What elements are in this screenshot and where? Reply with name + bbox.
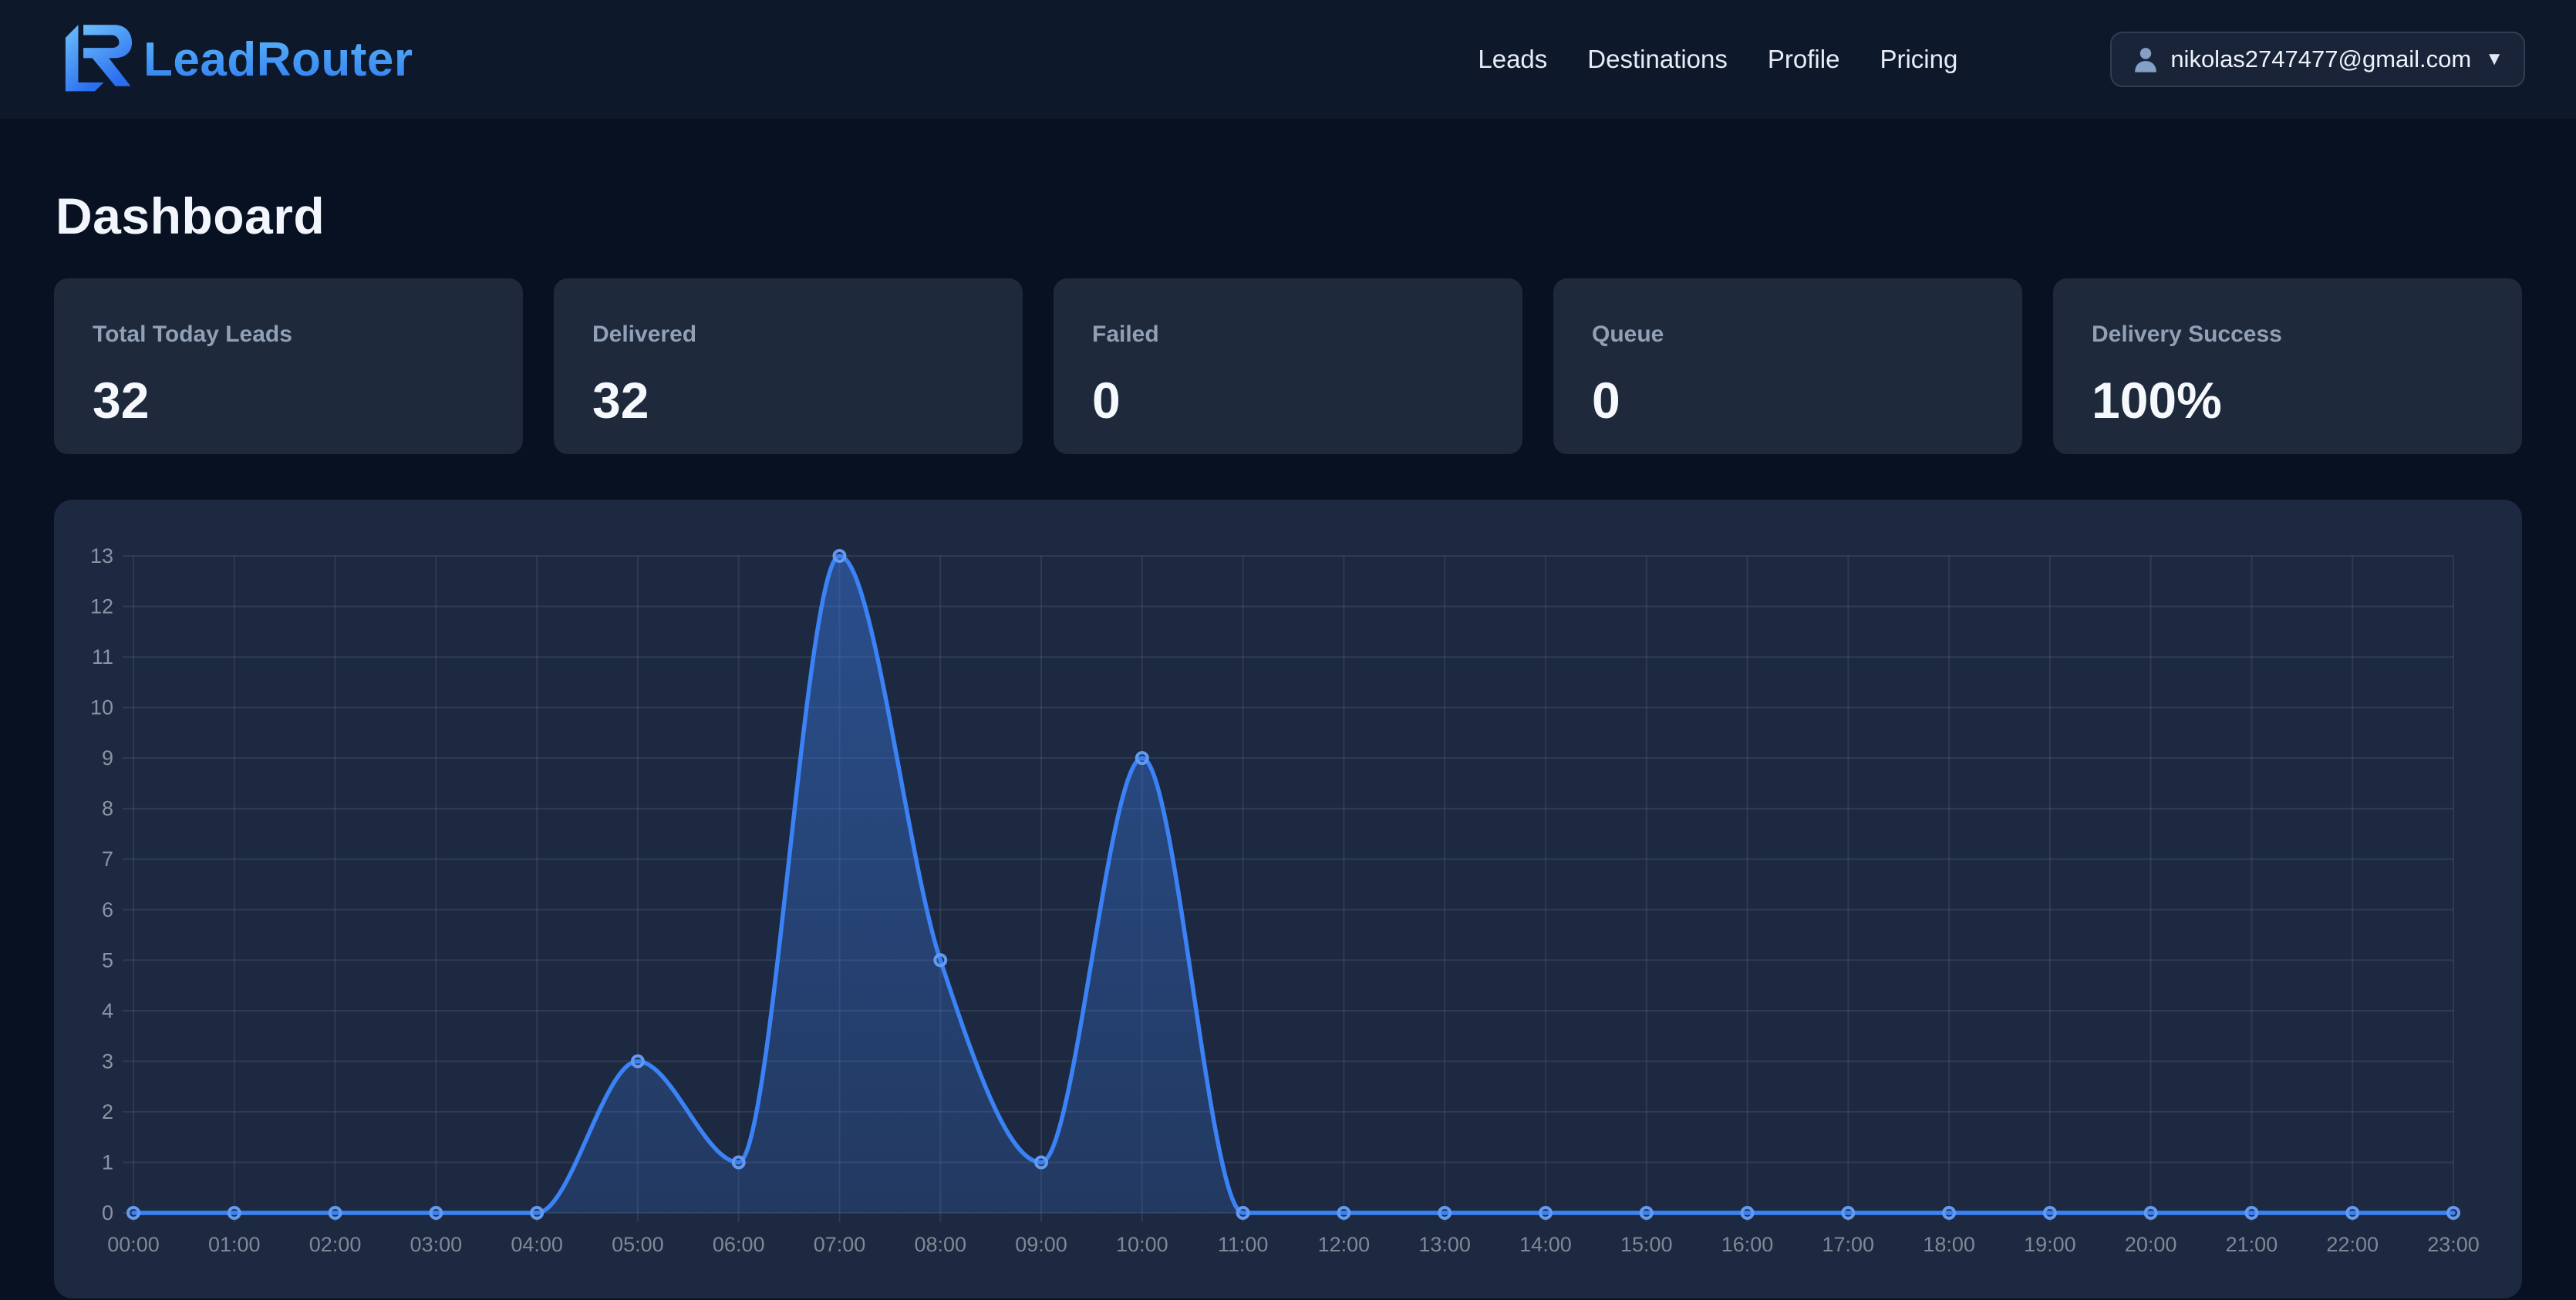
stats-row: Total Today Leads 32 Delivered 32 Failed… <box>54 278 2522 454</box>
svg-text:4: 4 <box>102 999 113 1022</box>
nav-item-destinations[interactable]: Destinations <box>1587 45 1728 74</box>
svg-text:06:00: 06:00 <box>713 1233 765 1256</box>
leads-chart[interactable]: 01234567891011121300:0001:0002:0003:0004… <box>54 500 2522 1298</box>
stat-value: 0 <box>1592 371 1984 429</box>
svg-text:23:00: 23:00 <box>2427 1233 2480 1256</box>
svg-text:3: 3 <box>102 1049 113 1073</box>
svg-text:5: 5 <box>102 948 113 972</box>
svg-text:9: 9 <box>102 746 113 770</box>
stat-label: Queue <box>1592 322 1984 348</box>
leads-chart-panel: 01234567891011121300:0001:0002:0003:0004… <box>54 500 2522 1298</box>
svg-text:03:00: 03:00 <box>410 1233 463 1256</box>
nav-item-profile[interactable]: Profile <box>1768 45 1840 74</box>
svg-text:19:00: 19:00 <box>2024 1233 2076 1256</box>
svg-text:17:00: 17:00 <box>1822 1233 1875 1256</box>
svg-text:2: 2 <box>102 1100 113 1123</box>
stat-value: 100% <box>2092 371 2483 429</box>
svg-text:21:00: 21:00 <box>2226 1233 2278 1256</box>
svg-text:8: 8 <box>102 797 113 820</box>
svg-text:16:00: 16:00 <box>1721 1233 1774 1256</box>
svg-text:20:00: 20:00 <box>2125 1233 2177 1256</box>
svg-text:05:00: 05:00 <box>612 1233 664 1256</box>
user-icon <box>2132 45 2160 73</box>
svg-text:10:00: 10:00 <box>1116 1233 1168 1256</box>
svg-text:04:00: 04:00 <box>511 1233 563 1256</box>
main-nav: Leads Destinations Profile Pricing <box>1478 45 1957 74</box>
svg-text:12: 12 <box>90 595 113 618</box>
stat-card-queue: Queue 0 <box>1553 278 2022 454</box>
user-email: nikolas2747477@gmail.com <box>2170 45 2471 73</box>
svg-text:22:00: 22:00 <box>2326 1233 2379 1256</box>
stat-card-delivery-success: Delivery Success 100% <box>2053 278 2522 454</box>
user-menu[interactable]: nikolas2747477@gmail.com ▼ <box>2110 32 2525 87</box>
dashboard-main: Dashboard Total Today Leads 32 Delivered… <box>0 187 2576 1298</box>
brand-name: LeadRouter <box>143 32 413 87</box>
svg-text:08:00: 08:00 <box>914 1233 966 1256</box>
svg-text:13:00: 13:00 <box>1418 1233 1471 1256</box>
svg-text:6: 6 <box>102 898 113 921</box>
page-title: Dashboard <box>56 187 2522 245</box>
svg-text:01:00: 01:00 <box>208 1233 261 1256</box>
stat-label: Failed <box>1092 322 1484 348</box>
svg-text:1: 1 <box>102 1150 113 1174</box>
stat-card-failed: Failed 0 <box>1054 278 1522 454</box>
brand-logo[interactable]: LeadRouter <box>54 19 413 100</box>
app-header: LeadRouter Leads Destinations Profile Pr… <box>0 0 2576 119</box>
svg-text:11: 11 <box>92 645 113 669</box>
stat-card-delivered: Delivered 32 <box>554 278 1023 454</box>
svg-text:0: 0 <box>102 1201 113 1224</box>
svg-text:00:00: 00:00 <box>107 1233 160 1256</box>
svg-text:15:00: 15:00 <box>1620 1233 1673 1256</box>
svg-text:12:00: 12:00 <box>1318 1233 1371 1256</box>
stat-value: 0 <box>1092 371 1484 429</box>
stat-card-total-today-leads: Total Today Leads 32 <box>54 278 523 454</box>
stat-label: Delivery Success <box>2092 322 2483 348</box>
logo-lr-icon <box>54 19 136 100</box>
svg-text:18:00: 18:00 <box>1923 1233 1975 1256</box>
nav-item-pricing[interactable]: Pricing <box>1880 45 1957 74</box>
chevron-down-icon: ▼ <box>2485 49 2504 70</box>
stat-value: 32 <box>93 371 484 429</box>
svg-text:14:00: 14:00 <box>1519 1233 1572 1256</box>
svg-text:09:00: 09:00 <box>1015 1233 1067 1256</box>
svg-text:11:00: 11:00 <box>1218 1233 1269 1256</box>
stat-label: Delivered <box>592 322 984 348</box>
svg-text:07:00: 07:00 <box>814 1233 866 1256</box>
nav-item-leads[interactable]: Leads <box>1478 45 1547 74</box>
stat-label: Total Today Leads <box>93 322 484 348</box>
svg-text:13: 13 <box>90 544 113 567</box>
svg-text:10: 10 <box>90 696 113 719</box>
svg-text:7: 7 <box>102 847 113 871</box>
svg-text:02:00: 02:00 <box>309 1233 362 1256</box>
stat-value: 32 <box>592 371 984 429</box>
